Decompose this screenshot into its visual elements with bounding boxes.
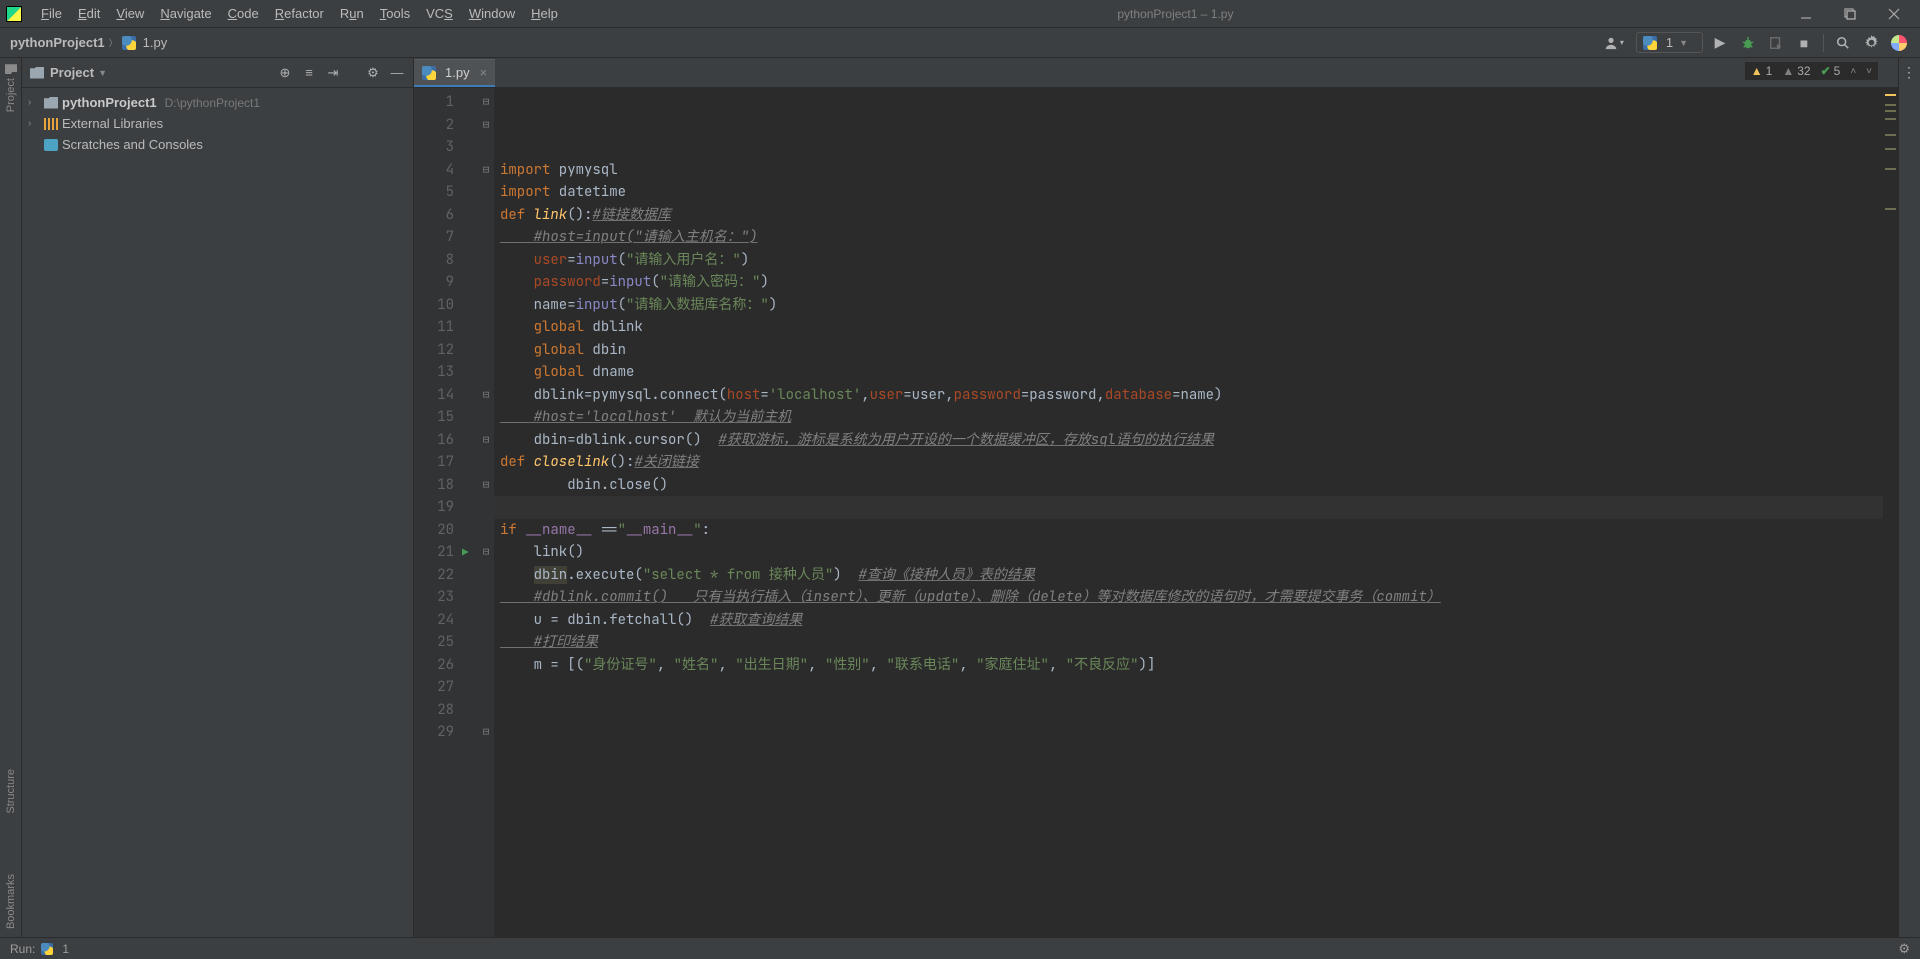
- main-menu: File Edit View Navigate Code Refactor Ru…: [34, 2, 565, 25]
- inspections-widget[interactable]: ▲1 ▲32 ✔5 ˄ ˅: [1745, 62, 1878, 80]
- window-controls: [1786, 2, 1914, 26]
- python-icon: [1643, 36, 1657, 50]
- app-logo: [6, 6, 22, 22]
- collapse-all-button[interactable]: ⇥: [325, 65, 341, 81]
- right-tool-rail: ⋮: [1898, 58, 1920, 937]
- menu-file[interactable]: File: [34, 2, 69, 25]
- rail-structure-button[interactable]: Structure: [5, 769, 17, 814]
- more-tools-button[interactable]: ⋮: [1902, 64, 1917, 81]
- inspection-typos[interactable]: ✔5: [1821, 64, 1841, 78]
- left-tool-rail: Project Structure Bookmarks: [0, 58, 22, 937]
- run-config-label: 1: [1666, 35, 1673, 50]
- inspection-warnings[interactable]: ▲32: [1782, 64, 1810, 78]
- tab-label: 1.py: [445, 65, 470, 80]
- run-config-select[interactable]: 1 ▼: [1636, 32, 1703, 53]
- python-file-icon: [422, 66, 436, 80]
- folder-icon: [5, 64, 17, 74]
- debug-button[interactable]: [1737, 32, 1759, 54]
- menu-code[interactable]: Code: [221, 2, 266, 25]
- chevron-down-icon[interactable]: ˅: [1866, 66, 1872, 77]
- error-stripe[interactable]: [1883, 88, 1898, 937]
- tree-external-libs[interactable]: › External Libraries: [28, 113, 407, 134]
- codewithme-button[interactable]: [1888, 32, 1910, 54]
- stop-button: ■: [1793, 32, 1815, 54]
- select-opened-file-button[interactable]: ⊕: [277, 65, 293, 81]
- expand-all-button[interactable]: ≡: [301, 65, 317, 81]
- breadcrumb-project[interactable]: pythonProject1: [10, 35, 105, 50]
- status-settings-button[interactable]: ⚙: [1898, 941, 1910, 957]
- python-file-icon: [122, 36, 136, 50]
- maximize-button[interactable]: [1830, 2, 1870, 26]
- menu-tools[interactable]: Tools: [373, 2, 417, 25]
- user-button[interactable]: ▾: [1598, 34, 1630, 52]
- menu-edit[interactable]: Edit: [71, 2, 107, 25]
- breadcrumb: pythonProject1 〉 1.py: [10, 35, 167, 50]
- editor-body[interactable]: 1234567891011121314151617181920212223242…: [414, 88, 1898, 937]
- search-button[interactable]: [1832, 32, 1854, 54]
- run-coverage-button[interactable]: [1765, 32, 1787, 54]
- chevron-down-icon[interactable]: ▼: [98, 68, 107, 78]
- window-title: pythonProject1 – 1.py: [565, 7, 1786, 21]
- close-button[interactable]: [1874, 2, 1914, 26]
- python-icon: [41, 943, 53, 955]
- rail-project-button[interactable]: Project: [5, 64, 17, 112]
- library-icon: [44, 118, 58, 130]
- sidebar-header: Project ▼ ⊕ ≡ ⇥ ⚙ —: [22, 58, 413, 88]
- menu-vcs[interactable]: VCS: [419, 2, 460, 25]
- menu-refactor[interactable]: Refactor: [268, 2, 331, 25]
- code-content[interactable]: import pymysqlimport datetimedef link():…: [494, 88, 1898, 937]
- rail-bookmarks-button[interactable]: Bookmarks: [5, 874, 17, 929]
- run-tool-window-button[interactable]: Run: 1: [10, 942, 69, 956]
- menu-run[interactable]: Run: [333, 2, 371, 25]
- nav-bar: pythonProject1 〉 1.py ▾ 1 ▼ ▶ ■: [0, 28, 1920, 58]
- close-tab-icon[interactable]: ×: [480, 65, 488, 80]
- settings-button[interactable]: [1860, 32, 1882, 54]
- breadcrumb-file[interactable]: 1.py: [143, 35, 168, 50]
- run-gutter[interactable]: ▶: [462, 88, 478, 937]
- chevron-right-icon: 〉: [109, 36, 118, 49]
- project-tree: › pythonProject1 D:\pythonProject1 › Ext…: [22, 88, 413, 159]
- menu-view[interactable]: View: [109, 2, 151, 25]
- status-bar: Run: 1 ⚙: [0, 937, 1920, 959]
- chevron-right-icon[interactable]: ›: [28, 97, 40, 108]
- menu-help[interactable]: Help: [524, 2, 565, 25]
- chevron-right-icon[interactable]: ›: [28, 118, 40, 129]
- sidebar-settings-button[interactable]: ⚙: [365, 65, 381, 81]
- inspection-errors[interactable]: ▲1: [1751, 64, 1773, 78]
- line-number-gutter[interactable]: 1234567891011121314151617181920212223242…: [414, 88, 462, 937]
- minimize-button[interactable]: [1786, 2, 1826, 26]
- folder-icon: [44, 97, 58, 109]
- menu-window[interactable]: Window: [462, 2, 522, 25]
- folder-icon: [30, 67, 44, 79]
- run-button[interactable]: ▶: [1709, 32, 1731, 54]
- editor-tabbar: 1.py ×: [414, 58, 1898, 88]
- fold-gutter[interactable]: ⊟⊟ ⊟ ⊟ ⊟ ⊟ ⊟ ⊟: [478, 88, 494, 937]
- title-bar: File Edit View Navigate Code Refactor Ru…: [0, 0, 1920, 28]
- sidebar-title: Project: [50, 65, 94, 80]
- tree-project-root[interactable]: › pythonProject1 D:\pythonProject1: [28, 92, 407, 113]
- menu-navigate[interactable]: Navigate: [153, 2, 218, 25]
- editor-tab-active[interactable]: 1.py ×: [414, 59, 495, 87]
- editor-area: 1.py × 123456789101112131415161718192021…: [414, 58, 1898, 937]
- hide-sidebar-button[interactable]: —: [389, 65, 405, 81]
- chevron-up-icon[interactable]: ˄: [1850, 66, 1856, 77]
- project-sidebar: Project ▼ ⊕ ≡ ⇥ ⚙ — › pythonProject1 D:\…: [22, 58, 414, 937]
- scratches-icon: [44, 139, 58, 151]
- tree-scratches[interactable]: Scratches and Consoles: [28, 134, 407, 155]
